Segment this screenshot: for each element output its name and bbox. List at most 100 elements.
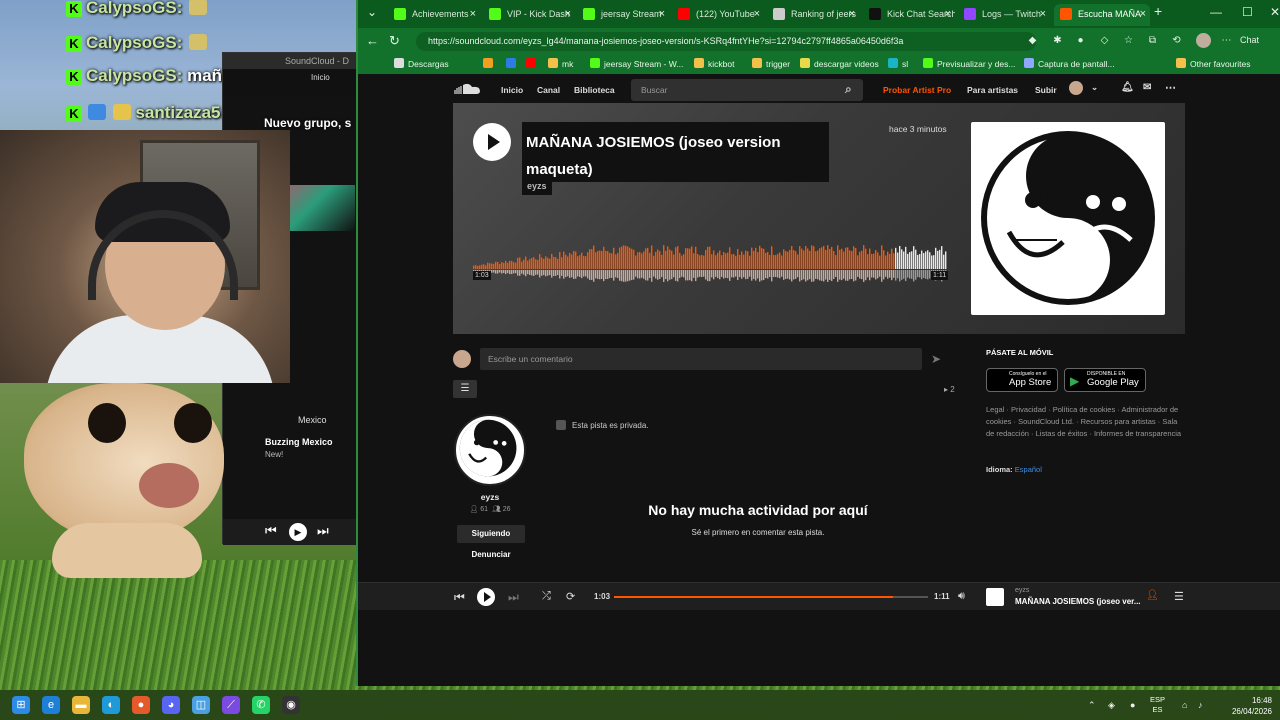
waveform[interactable]	[473, 233, 947, 295]
profile-avatar[interactable]	[1196, 33, 1211, 48]
edge-icon[interactable]: e	[42, 696, 60, 714]
windows-start-icon[interactable]: ⊞	[12, 696, 30, 714]
favorites-icon[interactable]: ☆	[1122, 34, 1135, 47]
search-input[interactable]: Buscar	[631, 79, 863, 101]
new-tab-button[interactable]: +	[1154, 3, 1162, 19]
minimize-icon[interactable]: —	[1210, 5, 1222, 19]
user-avatar[interactable]	[1069, 81, 1083, 95]
extension-icon[interactable]: ✱	[1051, 34, 1064, 47]
app-icon[interactable]: ◐	[102, 696, 120, 714]
bookmark-item[interactable]: sl	[888, 58, 908, 69]
bookmark-item[interactable]: descargar videos	[800, 58, 879, 69]
nav-library[interactable]: Biblioteca	[574, 85, 615, 95]
following-button[interactable]: Siguiendo	[457, 525, 525, 543]
bookmark-item[interactable]	[483, 58, 497, 69]
hero-play-button[interactable]	[473, 123, 511, 161]
google-play-button[interactable]: ▶ DISPONIBLE EN Google Play	[1064, 368, 1146, 392]
collections-icon[interactable]: ⧉	[1146, 34, 1159, 47]
close-tab-icon[interactable]: ×	[470, 4, 476, 24]
queue-icon[interactable]: ☰	[1174, 590, 1184, 603]
track-artist-link[interactable]: eyzs	[522, 179, 552, 195]
copilot-chat-button[interactable]: Chat	[1240, 34, 1280, 47]
notifications-icon[interactable]: 🔔︎	[1121, 82, 1134, 93]
app-icon[interactable]: ●	[132, 696, 150, 714]
close-tab-icon[interactable]: ×	[849, 4, 855, 24]
tab-0[interactable]: Achievements ×	[388, 4, 480, 26]
send-icon[interactable]: ➤	[931, 352, 941, 366]
bookmark-item[interactable]	[506, 58, 520, 69]
tab-6[interactable]: Logs — Twitch ×	[958, 4, 1050, 26]
messages-icon[interactable]: ✉	[1143, 82, 1151, 93]
close-tab-icon[interactable]: ×	[754, 4, 760, 24]
more-icon[interactable]: ⋯	[1220, 34, 1233, 47]
tray-app-icon[interactable]: ◈	[1108, 700, 1115, 711]
shuffle-icon[interactable]: ⤮	[542, 590, 551, 603]
soundcloud-logo-icon[interactable]	[453, 82, 483, 96]
bookmark-item[interactable]: trigger	[752, 58, 790, 69]
close-tab-icon[interactable]: ×	[945, 4, 951, 24]
language-selector[interactable]: Idioma: Español	[986, 465, 1042, 474]
search-icon[interactable]: ⌕	[845, 82, 852, 97]
refresh-icon[interactable]: ↻	[389, 33, 400, 49]
app-store-button[interactable]: Consíguelo en el App Store	[986, 368, 1058, 392]
network-icon[interactable]: ⌂	[1182, 700, 1187, 710]
bookmark-item[interactable]: jeersay Stream - W...	[590, 58, 683, 69]
for-artists-link[interactable]: Para artistas	[967, 85, 1018, 95]
url-field[interactable]: https://soundcloud.com/eyzs_lg44/manana-…	[416, 32, 1036, 51]
tray-mic-icon[interactable]: ●	[1130, 700, 1135, 710]
nav-home[interactable]: Inicio	[501, 85, 523, 95]
upload-link[interactable]: Subir	[1035, 85, 1057, 95]
bookmark-item[interactable]: Descargas	[394, 58, 449, 69]
track-stats-button[interactable]: ☰	[453, 380, 477, 398]
previous-icon[interactable]: ⏮	[454, 590, 465, 605]
report-button[interactable]: Denunciar	[457, 550, 525, 559]
speaker-icon[interactable]: ♪	[1198, 700, 1203, 710]
artist-name[interactable]: eyzs	[454, 492, 526, 502]
follow-user-icon[interactable]: 👤︎	[1146, 590, 1159, 601]
tab-1[interactable]: VIP - Kick Dash ×	[483, 4, 575, 26]
tab-3[interactable]: (122) YouTube ×	[672, 4, 764, 26]
next-icon[interactable]: ⏭	[508, 590, 519, 605]
repost-count[interactable]: ▸ 2	[944, 385, 955, 394]
extension-icon[interactable]: ◆	[1026, 34, 1039, 47]
history-icon[interactable]: ⟲	[1170, 34, 1183, 47]
tab-2[interactable]: jeersay Stream ×	[577, 4, 669, 26]
file-explorer-icon[interactable]: ▬	[72, 696, 90, 714]
player-artist[interactable]: eyzs	[1015, 587, 1029, 594]
close-tab-icon[interactable]: ×	[1040, 4, 1046, 24]
language-indicator[interactable]: ESP ES	[1150, 695, 1165, 715]
try-artist-pro-link[interactable]: Probar Artist Pro	[883, 85, 951, 95]
play-button[interactable]	[477, 588, 495, 606]
chevron-down-icon[interactable]: ⌄	[1091, 82, 1098, 93]
bookmark-item[interactable]: Previsualizar y des...	[923, 58, 1015, 69]
tab-5[interactable]: Kick Chat Search ×	[863, 4, 955, 26]
maximize-icon[interactable]: ☐	[1242, 5, 1253, 19]
extension-icon[interactable]: ◇	[1098, 34, 1111, 47]
other-favourites[interactable]: Other favourites	[1176, 58, 1250, 69]
app-icon[interactable]: ◫	[192, 696, 210, 714]
bookmark-item[interactable]: kickbot	[694, 58, 734, 69]
close-window-icon[interactable]: ✕	[1270, 5, 1280, 19]
play-icon[interactable]: ▶	[289, 523, 307, 541]
player-progress-bar[interactable]	[614, 596, 928, 598]
obs-icon[interactable]: ◉	[282, 696, 300, 714]
legal-links[interactable]: Legal · Privacidad · Política de cookies…	[986, 404, 1186, 440]
player-artwork[interactable]	[986, 588, 1004, 606]
repeat-icon[interactable]: ⟳	[566, 590, 575, 603]
bookmark-item[interactable]	[526, 58, 540, 69]
next-icon[interactable]: ⏭	[317, 523, 329, 539]
comment-input[interactable]: Escribe un comentario	[480, 348, 922, 370]
volume-icon[interactable]: 🔊︎	[958, 590, 965, 603]
previous-icon[interactable]: ⏮	[265, 523, 277, 539]
app-icon[interactable]: ⟋	[222, 696, 240, 714]
tab-4[interactable]: Ranking of jeers ×	[767, 4, 859, 26]
bookmark-item[interactable]: mk	[548, 58, 573, 69]
back-icon[interactable]: ←	[366, 33, 379, 48]
player-title[interactable]: MAÑANA JOSIEMOS (joseo ver...	[1015, 597, 1141, 606]
tab-list-icon[interactable]: ⌄	[367, 5, 377, 19]
more-icon[interactable]: ⋯	[1165, 81, 1176, 94]
bookmark-item[interactable]: Captura de pantall...	[1024, 58, 1115, 69]
nav-feed[interactable]: Canal	[537, 85, 560, 95]
tab-7[interactable]: Escucha MAÑA ×	[1054, 4, 1150, 26]
close-tab-icon[interactable]: ×	[659, 4, 665, 24]
